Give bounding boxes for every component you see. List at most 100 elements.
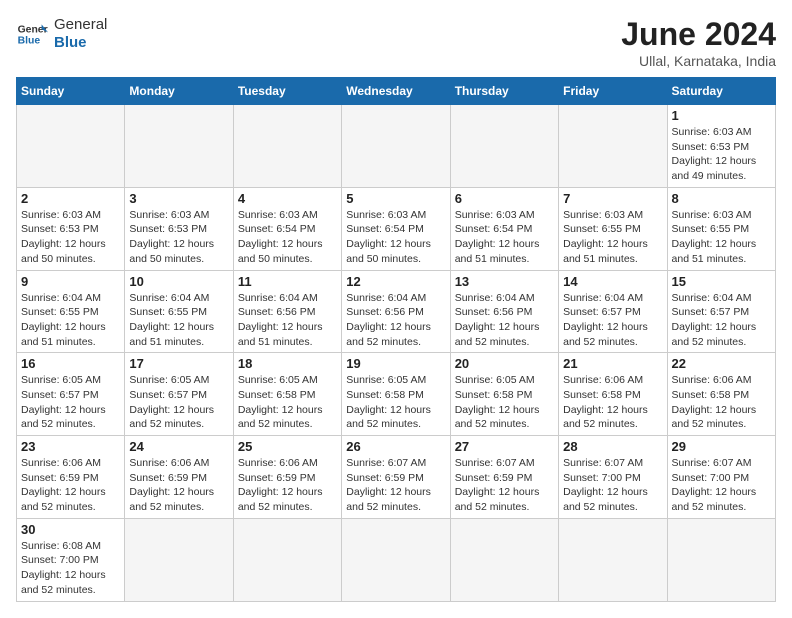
calendar-cell: 22 Sunrise: 6:06 AM Sunset: 6:58 PM Dayli… [667,353,775,436]
day-info: Sunrise: 6:05 AM Sunset: 6:58 PM Dayligh… [346,373,445,432]
calendar-week-row: 23Sunrise: 6:06 AM Sunset: 6:59 PM Dayli… [17,436,776,519]
day-info: Sunrise: 6:03 AM Sunset: 6:55 PM Dayligh… [672,208,771,267]
calendar-cell [559,518,667,601]
calendar-cell [125,518,233,601]
day-info: Sunrise: 6:03 AM Sunset: 6:55 PM Dayligh… [563,208,662,267]
calendar-cell: 7Sunrise: 6:03 AM Sunset: 6:55 PM Daylig… [559,187,667,270]
calendar-cell: 29 Sunrise: 6:07 AM Sunset: 7:00 PM Dayli… [667,436,775,519]
day-header-sunday: Sunday [17,78,125,105]
calendar-cell: 21 Sunrise: 6:06 AM Sunset: 6:58 PM Dayli… [559,353,667,436]
day-info: Sunrise: 6:07 AM Sunset: 7:00 PM Dayligh… [672,456,771,515]
calendar-cell: 3 Sunrise: 6:03 AM Sunset: 6:53 PM Daylig… [125,187,233,270]
day-number: 22 [672,356,771,371]
calendar-cell: 19Sunrise: 6:05 AM Sunset: 6:58 PM Dayli… [342,353,450,436]
day-number: 21 [563,356,662,371]
day-info: Sunrise: 6:05 AM Sunset: 6:58 PM Dayligh… [238,373,337,432]
day-info: Sunrise: 6:03 AM Sunset: 6:53 PM Dayligh… [672,125,771,184]
day-number: 1 [672,108,771,123]
calendar-cell: 26 Sunrise: 6:07 AM Sunset: 6:59 PM Dayli… [342,436,450,519]
calendar-cell: 20 Sunrise: 6:05 AM Sunset: 6:58 PM Dayli… [450,353,558,436]
calendar-cell: 23Sunrise: 6:06 AM Sunset: 6:59 PM Dayli… [17,436,125,519]
day-info: Sunrise: 6:04 AM Sunset: 6:57 PM Dayligh… [563,291,662,350]
day-info: Sunrise: 6:03 AM Sunset: 6:54 PM Dayligh… [346,208,445,267]
calendar-week-row: 30Sunrise: 6:08 AM Sunset: 7:00 PM Dayli… [17,518,776,601]
calendar-header: General Blue General Blue June 2024 Ulla… [16,16,776,69]
calendar-cell: 16 Sunrise: 6:05 AM Sunset: 6:57 PM Dayli… [17,353,125,436]
day-number: 12 [346,274,445,289]
calendar-cell [233,518,341,601]
day-number: 24 [129,439,228,454]
calendar-cell: 24Sunrise: 6:06 AM Sunset: 6:59 PM Dayli… [125,436,233,519]
calendar-cell: 25Sunrise: 6:06 AM Sunset: 6:59 PM Dayli… [233,436,341,519]
day-number: 2 [21,191,120,206]
logo: General Blue General Blue [16,16,107,52]
day-number: 30 [21,522,120,537]
calendar-cell: 27Sunrise: 6:07 AM Sunset: 6:59 PM Dayli… [450,436,558,519]
title-area: June 2024 Ullal, Karnataka, India [621,16,776,69]
day-header-monday: Monday [125,78,233,105]
calendar-cell: 18 Sunrise: 6:05 AM Sunset: 6:58 PM Dayli… [233,353,341,436]
calendar-cell [450,518,558,601]
day-number: 18 [238,356,337,371]
calendar-week-row: 9 Sunrise: 6:04 AM Sunset: 6:55 PM Daylig… [17,270,776,353]
day-header-wednesday: Wednesday [342,78,450,105]
calendar-cell: 28Sunrise: 6:07 AM Sunset: 7:00 PM Dayli… [559,436,667,519]
calendar-cell: 14 Sunrise: 6:04 AM Sunset: 6:57 PM Dayli… [559,270,667,353]
day-number: 5 [346,191,445,206]
calendar-cell: 4Sunrise: 6:03 AM Sunset: 6:54 PM Daylig… [233,187,341,270]
day-number: 25 [238,439,337,454]
day-info: Sunrise: 6:04 AM Sunset: 6:57 PM Dayligh… [672,291,771,350]
day-info: Sunrise: 6:04 AM Sunset: 6:56 PM Dayligh… [346,291,445,350]
calendar-cell: 30Sunrise: 6:08 AM Sunset: 7:00 PM Dayli… [17,518,125,601]
day-number: 26 [346,439,445,454]
day-number: 9 [21,274,120,289]
day-header-friday: Friday [559,78,667,105]
day-number: 28 [563,439,662,454]
day-header-thursday: Thursday [450,78,558,105]
calendar-cell [342,105,450,188]
svg-text:Blue: Blue [18,36,41,47]
calendar-cell [233,105,341,188]
calendar-cell: 6Sunrise: 6:03 AM Sunset: 6:54 PM Daylig… [450,187,558,270]
day-number: 11 [238,274,337,289]
day-number: 3 [129,191,228,206]
calendar-cell [342,518,450,601]
day-number: 20 [455,356,554,371]
calendar-body: 1 Sunrise: 6:03 AM Sunset: 6:53 PM Daylig… [17,105,776,602]
day-info: Sunrise: 6:05 AM Sunset: 6:58 PM Dayligh… [455,373,554,432]
calendar-week-row: 2 Sunrise: 6:03 AM Sunset: 6:53 PM Daylig… [17,187,776,270]
day-number: 29 [672,439,771,454]
calendar-cell: 2 Sunrise: 6:03 AM Sunset: 6:53 PM Daylig… [17,187,125,270]
calendar-cell: 8 Sunrise: 6:03 AM Sunset: 6:55 PM Daylig… [667,187,775,270]
day-info: Sunrise: 6:06 AM Sunset: 6:59 PM Dayligh… [21,456,120,515]
calendar-week-row: 1 Sunrise: 6:03 AM Sunset: 6:53 PM Daylig… [17,105,776,188]
day-info: Sunrise: 6:05 AM Sunset: 6:57 PM Dayligh… [21,373,120,432]
day-info: Sunrise: 6:03 AM Sunset: 6:53 PM Dayligh… [129,208,228,267]
day-number: 13 [455,274,554,289]
calendar-table: SundayMondayTuesdayWednesdayThursdayFrid… [16,77,776,602]
day-info: Sunrise: 6:03 AM Sunset: 6:54 PM Dayligh… [455,208,554,267]
calendar-cell: 5 Sunrise: 6:03 AM Sunset: 6:54 PM Daylig… [342,187,450,270]
day-number: 4 [238,191,337,206]
day-info: Sunrise: 6:04 AM Sunset: 6:56 PM Dayligh… [455,291,554,350]
day-number: 16 [21,356,120,371]
day-info: Sunrise: 6:07 AM Sunset: 6:59 PM Dayligh… [455,456,554,515]
day-info: Sunrise: 6:03 AM Sunset: 6:53 PM Dayligh… [21,208,120,267]
calendar-week-row: 16 Sunrise: 6:05 AM Sunset: 6:57 PM Dayli… [17,353,776,436]
calendar-cell: 1 Sunrise: 6:03 AM Sunset: 6:53 PM Daylig… [667,105,775,188]
calendar-cell: 10Sunrise: 6:04 AM Sunset: 6:55 PM Dayli… [125,270,233,353]
calendar-cell [125,105,233,188]
calendar-subtitle: Ullal, Karnataka, India [621,53,776,69]
calendar-header-row: SundayMondayTuesdayWednesdayThursdayFrid… [17,78,776,105]
day-info: Sunrise: 6:06 AM Sunset: 6:58 PM Dayligh… [563,373,662,432]
day-number: 14 [563,274,662,289]
day-info: Sunrise: 6:06 AM Sunset: 6:58 PM Dayligh… [672,373,771,432]
day-info: Sunrise: 6:04 AM Sunset: 6:55 PM Dayligh… [129,291,228,350]
calendar-cell: 13 Sunrise: 6:04 AM Sunset: 6:56 PM Dayli… [450,270,558,353]
calendar-cell [450,105,558,188]
day-info: Sunrise: 6:07 AM Sunset: 6:59 PM Dayligh… [346,456,445,515]
day-info: Sunrise: 6:04 AM Sunset: 6:55 PM Dayligh… [21,291,120,350]
calendar-cell [559,105,667,188]
calendar-cell [17,105,125,188]
day-number: 8 [672,191,771,206]
